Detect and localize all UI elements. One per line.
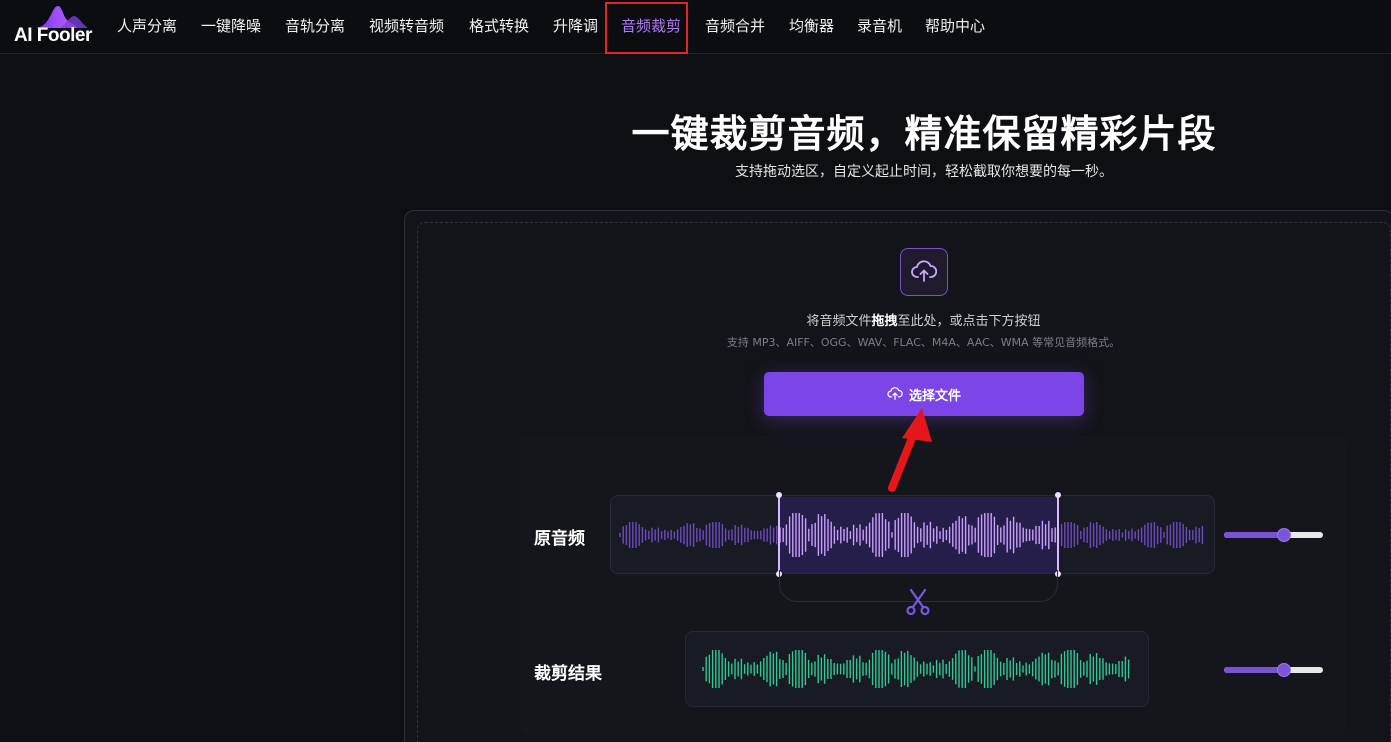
trim-handle-dot[interactable] xyxy=(1055,492,1061,498)
cloud-upload-icon xyxy=(911,260,937,282)
original-audio-label: 原音频 xyxy=(534,529,585,549)
active-nav-highlight-box xyxy=(605,2,688,54)
result-waveform xyxy=(702,650,1130,688)
upload-icon-box[interactable] xyxy=(900,248,948,296)
brand-logo[interactable]: AI Fooler xyxy=(12,4,96,48)
red-arrow-annotation xyxy=(888,408,932,492)
nav-item-3[interactable]: 视频转音频 xyxy=(369,15,444,37)
result-volume-slider[interactable] xyxy=(1224,663,1323,677)
nav-item-4[interactable]: 格式转换 xyxy=(469,15,529,37)
nav-item-5[interactable]: 升降调 xyxy=(553,15,598,37)
original-volume-fill xyxy=(1224,532,1285,538)
brand-name: AI Fooler xyxy=(14,25,92,46)
drop-hint: 将音频文件拖拽至此处，或点击下方按钮 xyxy=(806,314,1041,329)
nav-item-8[interactable]: 均衡器 xyxy=(789,15,834,37)
original-volume-slider[interactable] xyxy=(1224,528,1323,542)
nav-item-9[interactable]: 录音机 xyxy=(857,15,902,37)
page-title: 一键裁剪音频，精准保留精彩片段 xyxy=(631,112,1217,156)
page-subtitle: 支持拖动选区，自定义起止时间，轻松截取你想要的每一秒。 xyxy=(735,164,1113,180)
supported-formats-hint: 支持 MP3、AIFF、OGG、WAV、FLAC、M4A、AAC、WMA 等常见… xyxy=(726,336,1121,349)
trim-handle-dot[interactable] xyxy=(776,492,782,498)
nav-item-1[interactable]: 一键降噪 xyxy=(201,15,261,37)
scissors-icon xyxy=(906,588,930,616)
nav-item-10[interactable]: 帮助中心 xyxy=(925,15,985,37)
cloud-upload-icon xyxy=(887,387,903,400)
nav-item-7[interactable]: 音频合并 xyxy=(705,15,765,37)
result-volume-fill xyxy=(1224,667,1285,673)
nav-item-0[interactable]: 人声分离 xyxy=(117,15,177,37)
trim-result-label: 裁剪结果 xyxy=(534,664,602,684)
top-nav: AI Fooler 人声分离 一键降噪 音轨分离 视频转音频 格式转换 升降调 音频裁剪 音频… xyxy=(0,0,1391,54)
nav-item-2[interactable]: 音轨分离 xyxy=(285,15,345,37)
